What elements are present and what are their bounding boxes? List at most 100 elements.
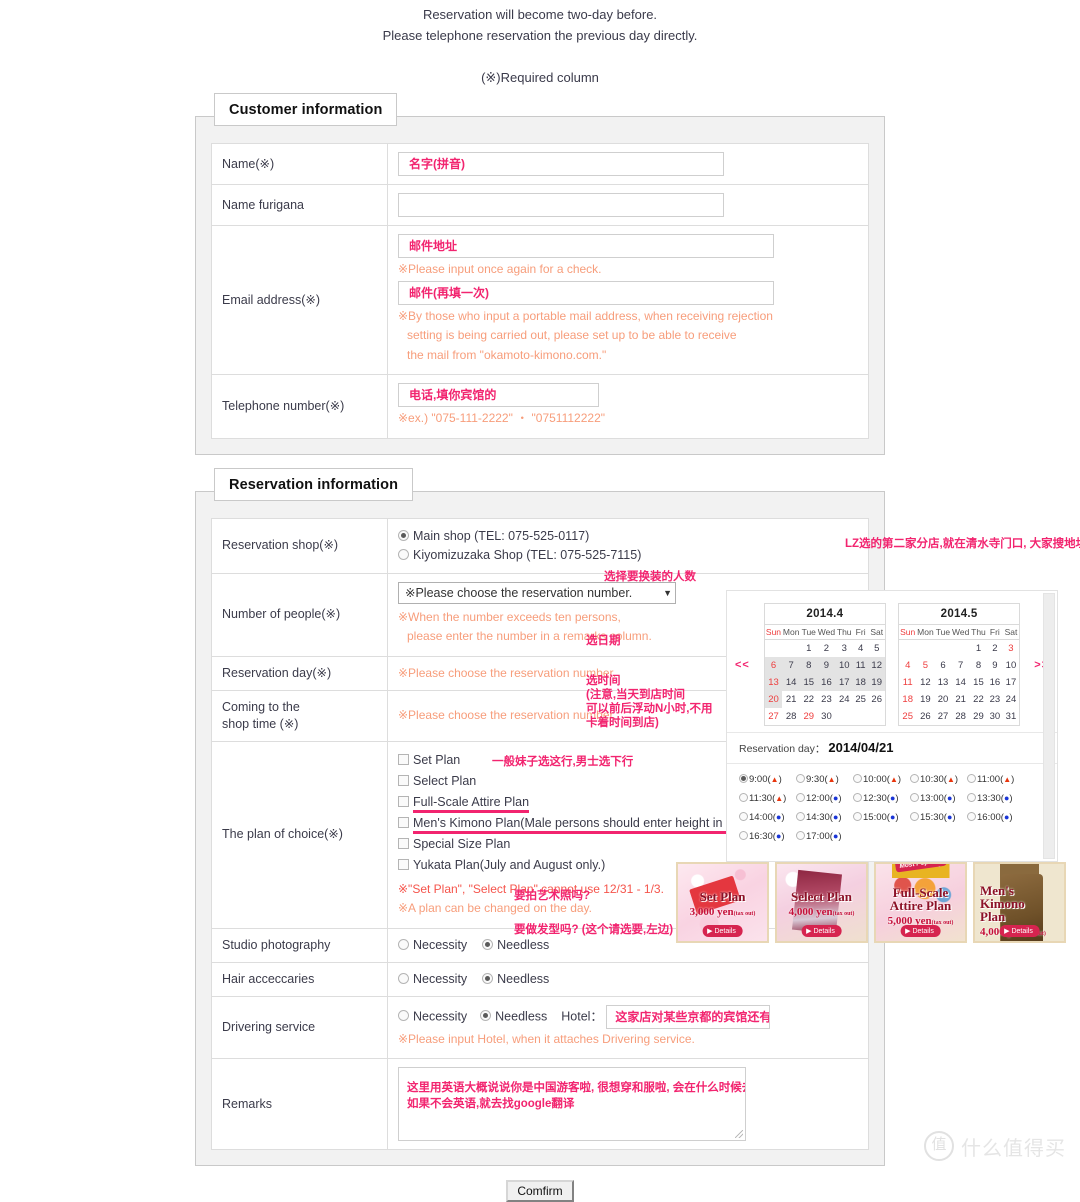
radio-time-slot[interactable]: [910, 793, 919, 802]
checkbox-special-size-plan[interactable]: [398, 837, 409, 849]
calendar-day-cell[interactable]: 14: [782, 674, 801, 691]
calendar-day-cell[interactable]: 11: [852, 657, 869, 674]
calendar-day-cell[interactable]: 5: [916, 657, 934, 674]
name-input[interactable]: 名字(拼音): [398, 152, 724, 176]
calendar-day-cell[interactable]: 1: [800, 640, 817, 658]
checkbox-yukata-plan[interactable]: [398, 858, 409, 870]
calendar-day-cell[interactable]: 10: [1003, 657, 1020, 674]
calendar-day-cell[interactable]: 2: [987, 640, 1003, 658]
calendar-day-cell[interactable]: 14: [952, 674, 970, 691]
radio-time-slot[interactable]: [739, 793, 748, 802]
banner-mens-kimono-plan[interactable]: Men's Kimono Plan 4,000 yen(tax out) ▶ D…: [973, 862, 1066, 943]
calendar-day-cell[interactable]: 26: [868, 691, 885, 708]
calendar-day-cell[interactable]: 2: [817, 640, 835, 658]
radio-time-slot[interactable]: [967, 812, 976, 821]
time-slot-option[interactable]: 12:30(●): [853, 789, 910, 808]
calendar-day-cell[interactable]: 4: [853, 640, 869, 658]
calendar-day-cell[interactable]: 28: [952, 708, 970, 726]
calendar-day-cell[interactable]: 25: [853, 691, 869, 708]
time-slot-option[interactable]: 17:00(●): [796, 827, 853, 846]
calendar-day-cell[interactable]: 19: [868, 674, 886, 691]
calendar-day-cell[interactable]: 5: [868, 640, 885, 658]
banner-details-button[interactable]: ▶ Details: [801, 925, 842, 937]
radio-kiyomizuzaka-shop[interactable]: [398, 548, 409, 560]
calendar-popup[interactable]: << 2014.4 Sun Mon Tue Wed Thu Fri Sat 12…: [726, 590, 1058, 862]
calendar-day-cell[interactable]: 16: [987, 674, 1003, 691]
time-slot-option[interactable]: 11:30(▲): [739, 789, 796, 808]
calendar-day-cell[interactable]: 3: [1003, 640, 1020, 658]
checkbox-full-scale-attire-plan[interactable]: [398, 795, 409, 807]
calendar-day-cell[interactable]: 20: [934, 691, 951, 708]
radio-time-slot[interactable]: [910, 812, 919, 821]
calendar-day-cell[interactable]: 29: [800, 708, 817, 726]
radio-time-slot[interactable]: [910, 774, 919, 783]
time-slot-option[interactable]: 13:00(●): [910, 789, 967, 808]
calendar-day-cell[interactable]: 30: [987, 708, 1003, 726]
calendar-day-cell[interactable]: 26: [916, 708, 934, 726]
calendar-day-cell[interactable]: 19: [916, 691, 934, 708]
calendar-day-cell[interactable]: 30: [817, 708, 835, 726]
calendar-day-cell[interactable]: 7: [782, 657, 801, 674]
calendar-prev-button[interactable]: <<: [727, 659, 758, 671]
people-select[interactable]: ▼ ※Please choose the reservation number.: [398, 581, 676, 604]
telephone-input[interactable]: 电话,填你宾馆的: [398, 383, 599, 407]
calendar-day-cell[interactable]: 29: [970, 708, 987, 726]
radio-time-slot[interactable]: [796, 812, 805, 821]
calendar-day-cell[interactable]: 23: [817, 691, 835, 708]
time-slot-option[interactable]: 15:30(●): [910, 808, 967, 827]
radio-time-slot[interactable]: [796, 793, 805, 802]
calendar-day-cell[interactable]: 27: [934, 708, 951, 726]
radio-time-slot[interactable]: [967, 774, 976, 783]
calendar-day-cell[interactable]: 12: [916, 674, 934, 691]
radio-studio-necessity[interactable]: [398, 939, 409, 950]
checkbox-select-plan[interactable]: [398, 774, 409, 786]
calendar-day-cell[interactable]: 28: [782, 708, 800, 726]
radio-driver-necessity[interactable]: [398, 1009, 409, 1021]
calendar-day-cell[interactable]: 13: [764, 674, 783, 691]
calendar-day-cell[interactable]: 22: [800, 691, 817, 708]
calendar-day-cell[interactable]: 21: [782, 691, 800, 708]
calendar-day-cell[interactable]: 8: [800, 657, 818, 674]
shop-option-kiyomizu[interactable]: Kiyomizuzaka Shop (TEL: 075-525-7115): [398, 546, 858, 565]
calendar-day-cell[interactable]: 24: [1003, 691, 1020, 708]
radio-time-slot[interactable]: [739, 774, 748, 783]
calendar-day-cell[interactable]: 23: [987, 691, 1003, 708]
radio-time-slot[interactable]: [796, 831, 805, 840]
banner-details-button[interactable]: ▶ Details: [999, 925, 1040, 937]
radio-time-slot[interactable]: [739, 812, 748, 821]
calendar-day-cell[interactable]: 17: [835, 674, 853, 691]
time-slot-option[interactable]: 14:30(●): [796, 808, 853, 827]
time-slot-option[interactable]: 9:00(▲): [739, 770, 796, 789]
calendar-day-cell[interactable]: 1: [970, 640, 987, 658]
email-input[interactable]: 邮件地址: [398, 234, 774, 258]
radio-time-slot[interactable]: [853, 812, 862, 821]
radio-time-slot[interactable]: [967, 793, 976, 802]
email-confirm-input[interactable]: 邮件(再填一次): [398, 280, 774, 305]
resize-grip-icon[interactable]: [735, 1130, 743, 1138]
banner-full-scale-attire-plan[interactable]: Most Popular! Full-Scale Attire Plan 5,0…: [874, 862, 967, 943]
radio-time-slot[interactable]: [739, 831, 748, 840]
time-slot-option[interactable]: 16:30(●): [739, 827, 796, 846]
calendar-day-cell[interactable]: 3: [836, 640, 853, 658]
banner-details-button[interactable]: ▶ Details: [900, 925, 941, 937]
radio-time-slot[interactable]: [796, 774, 805, 783]
radio-hair-necessity[interactable]: [398, 973, 409, 984]
banner-select-plan[interactable]: Select Plan 4,000 yen(tax out) ▶ Details: [775, 862, 868, 943]
calendar-day-cell[interactable]: 13: [934, 674, 951, 691]
calendar-day-cell[interactable]: 17: [1003, 674, 1020, 691]
calendar-day-cell[interactable]: 10: [835, 657, 853, 674]
calendar-day-cell[interactable]: 21: [952, 691, 970, 708]
calendar-day-cell[interactable]: 4: [899, 657, 917, 674]
calendar-day-cell[interactable]: 31: [1003, 708, 1020, 726]
calendar-day-cell[interactable]: 6: [764, 657, 783, 674]
calendar-day-cell[interactable]: 15: [970, 674, 987, 691]
furigana-input[interactable]: [398, 193, 724, 217]
time-slot-option[interactable]: 16:00(●): [967, 808, 1024, 827]
hotel-input[interactable]: 这家店对某些京都的宾馆还有接送服务....大家可以不管, 这里不用选): [606, 1004, 771, 1029]
calendar-day-cell[interactable]: 18: [899, 691, 917, 708]
calendar-day-cell[interactable]: 11: [899, 674, 917, 691]
calendar-day-cell[interactable]: 9: [987, 657, 1003, 674]
calendar-day-cell[interactable]: 15: [800, 674, 818, 691]
calendar-day-cell[interactable]: 6: [934, 657, 951, 674]
calendar-day-cell[interactable]: 16: [817, 674, 836, 691]
